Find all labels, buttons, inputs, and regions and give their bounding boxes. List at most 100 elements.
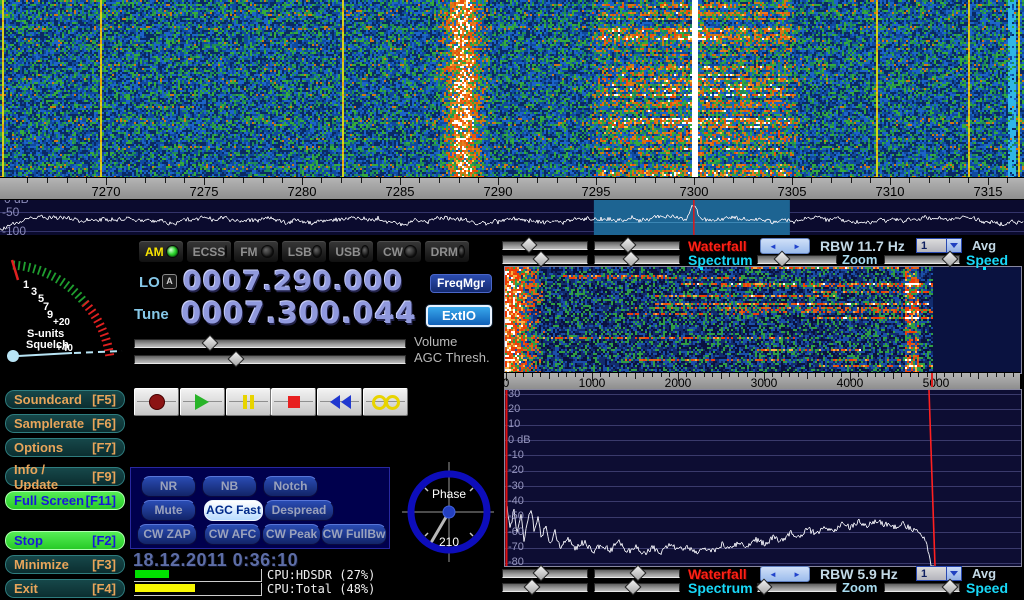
controls_top-speed-slider[interactable] <box>884 253 960 264</box>
rewind-button[interactable] <box>317 388 362 416</box>
mode-button-fm[interactable]: FM <box>233 240 279 263</box>
side-button-label: Exit <box>14 581 38 596</box>
controls_top-contrast-slider-1[interactable] <box>502 253 588 264</box>
dsp-button-nb[interactable]: NB <box>202 476 257 497</box>
rbw-step-buttons[interactable]: ◄► <box>760 238 810 254</box>
side-button-key: [F6] <box>92 416 116 431</box>
dsp-button-cw-afc[interactable]: CW AFC <box>204 524 261 545</box>
cpu-text: CPU:HDSDR (27%) <box>267 568 375 582</box>
controls_bottom-pan-slider-2[interactable] <box>594 567 680 578</box>
side-button-soundcard[interactable]: Soundcard[F5] <box>4 389 126 410</box>
chevron-down-icon[interactable] <box>946 239 961 252</box>
mode-button-ecss[interactable]: ECSS <box>186 240 232 263</box>
rf-tick <box>851 178 852 183</box>
mode-button-am[interactable]: AM <box>138 240 184 263</box>
avg-select[interactable]: 1 <box>916 238 962 253</box>
controls_top-pan-slider-1[interactable] <box>502 239 588 250</box>
lo-frequency-display[interactable]: 0007.290.000 <box>183 266 403 297</box>
side-button-options[interactable]: Options[F7] <box>4 437 126 458</box>
arrow-right-icon[interactable]: ► <box>793 242 801 251</box>
freqmgr-button[interactable]: FreqMgr <box>430 274 492 293</box>
pause-button[interactable] <box>226 388 271 416</box>
squelch-knob[interactable] <box>7 350 19 362</box>
chevron-down-icon[interactable] <box>946 567 961 580</box>
extio-button[interactable]: ExtIO <box>426 305 492 327</box>
slider-thumb[interactable] <box>202 335 219 352</box>
side-button-stop[interactable]: Stop[F2] <box>4 530 126 551</box>
slider-thumb[interactable] <box>533 565 550 582</box>
avg-select[interactable]: 1 <box>916 566 962 581</box>
slider-thumb[interactable] <box>774 251 791 268</box>
dsp-button-mute[interactable]: Mute <box>141 500 196 521</box>
side-button-label: Samplerate <box>14 416 84 431</box>
side-button-minimize[interactable]: Minimize[F3] <box>4 554 126 575</box>
agc-thresh-slider[interactable] <box>134 353 406 364</box>
slider-thumb[interactable] <box>524 579 541 596</box>
volume-slider[interactable] <box>134 337 406 348</box>
controls_top-zoom-slider[interactable] <box>757 253 837 264</box>
slider-thumb[interactable] <box>228 351 245 368</box>
dsp-button-despread[interactable]: Despread <box>264 500 334 521</box>
rbw-step-buttons[interactable]: ◄► <box>760 566 810 582</box>
mode-button-drm[interactable]: DRM <box>424 240 470 263</box>
audio-waterfall-display[interactable] <box>505 267 1021 373</box>
arrow-right-icon[interactable]: ► <box>793 570 801 579</box>
stop-button[interactable] <box>271 388 316 416</box>
slider-thumb[interactable] <box>620 237 637 254</box>
mode-led-icon <box>312 245 322 258</box>
side-button-samplerate[interactable]: Samplerate [F6] <box>4 413 126 434</box>
dsp-button-cw-peak[interactable]: CW Peak <box>262 524 321 545</box>
slider-thumb[interactable] <box>942 251 959 268</box>
audio-scale-tick <box>738 373 739 377</box>
loop-icon <box>372 395 400 410</box>
hdsdr-window: 7270727572807285729072957300730573107315… <box>0 0 1024 600</box>
phase-label: Phase <box>432 487 466 501</box>
slider-thumb[interactable] <box>756 579 773 596</box>
lo-mode-badge[interactable]: A <box>162 274 177 289</box>
audio-spectrum-display[interactable] <box>505 390 1021 566</box>
arrow-left-icon[interactable]: ◄ <box>769 242 777 251</box>
slider-thumb[interactable] <box>533 251 550 268</box>
rf-scale-label: 7295 <box>576 184 616 199</box>
rf-frequency-scale[interactable]: 7270727572807285729072957300730573107315 <box>0 177 1024 200</box>
loop-button[interactable] <box>363 388 408 416</box>
mode-button-cw[interactable]: CW <box>376 240 422 263</box>
slider-thumb[interactable] <box>625 579 642 596</box>
cpu-bar <box>134 583 262 596</box>
controls_bottom-contrast-slider-1[interactable] <box>502 581 588 592</box>
rf-tick <box>67 178 68 183</box>
mode-button-lsb[interactable]: LSB <box>281 240 327 263</box>
side-button-exit[interactable]: Exit[F4] <box>4 578 126 599</box>
audio-scale-label: 5000 <box>919 376 953 390</box>
dsp-button-nr[interactable]: NR <box>141 476 196 497</box>
s-meter-tick-label: 1 <box>23 279 29 291</box>
controls_bottom-speed-slider[interactable] <box>884 581 960 592</box>
controls_top-contrast-slider-2[interactable] <box>594 253 680 264</box>
play-button[interactable] <box>180 388 225 416</box>
side-button-label: Minimize <box>14 557 69 572</box>
mode-button-usb[interactable]: USB <box>328 240 374 263</box>
controls_bottom-zoom-slider[interactable] <box>757 581 837 592</box>
tune-frequency-display[interactable]: 0007.300.044 <box>181 296 417 330</box>
slider-thumb[interactable] <box>623 251 640 268</box>
rf-mini-spectrum[interactable] <box>0 198 1024 235</box>
arrow-left-icon[interactable]: ◄ <box>769 570 777 579</box>
rf-tick <box>1007 178 1008 183</box>
controls_top-pan-slider-2[interactable] <box>594 239 680 250</box>
rf-tick <box>27 178 28 183</box>
dsp-button-agc-fast[interactable]: AGC Fast <box>204 500 263 521</box>
play-icon <box>195 394 209 410</box>
dsp-button-cw-fullbw[interactable]: CW FullBw <box>321 524 387 545</box>
rf-tick <box>655 178 656 183</box>
side-button-info-update[interactable]: Info / Update[F9] <box>4 466 126 487</box>
dsp-button-notch[interactable]: Notch <box>263 476 318 497</box>
audio-scale-tick <box>729 373 730 377</box>
dsp-button-cw-zap[interactable]: CW ZAP <box>137 524 197 545</box>
rf-waterfall-display[interactable] <box>0 0 1024 177</box>
slider-thumb[interactable] <box>521 237 538 254</box>
audio-db-label: 30 <box>508 388 520 401</box>
side-button-full-screen[interactable]: Full Screen[F11] <box>4 490 126 511</box>
slider-thumb[interactable] <box>942 579 959 596</box>
controls_bottom-contrast-slider-2[interactable] <box>594 581 680 592</box>
record-button[interactable] <box>134 388 179 416</box>
